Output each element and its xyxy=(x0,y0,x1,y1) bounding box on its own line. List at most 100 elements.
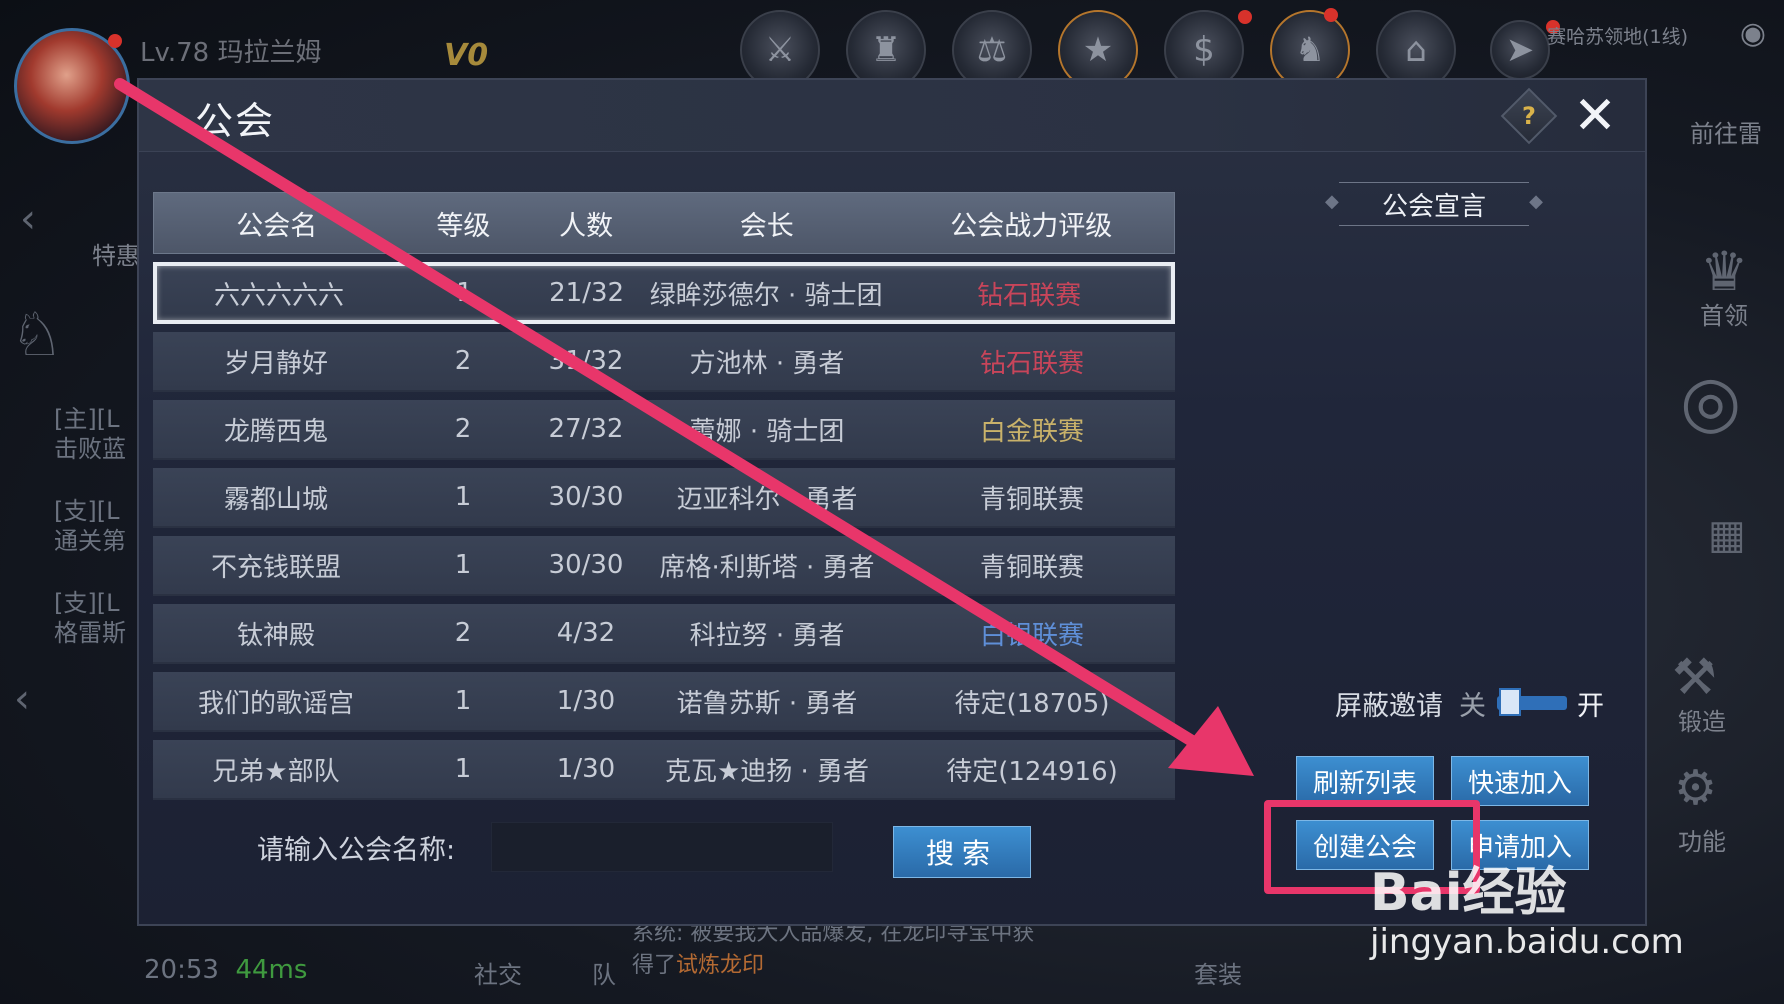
dialog-header: 公会 ? ✕ xyxy=(139,80,1645,152)
help-button[interactable]: ? xyxy=(1500,87,1558,145)
block-invite-label: 屏蔽邀请 xyxy=(1335,691,1443,722)
mount-icon[interactable]: ♘ xyxy=(10,300,64,370)
guild-rating-cell: 青铜联赛 xyxy=(979,484,1084,515)
guild-leader-cell: 诺鲁苏斯 · 勇者 xyxy=(676,688,858,719)
table-row[interactable]: 岁月静好 2 31/32 方池林 · 勇者 钻石联赛 xyxy=(153,332,1175,392)
outfit-button[interactable]: 套装 xyxy=(1194,955,1242,990)
guild-members-cell: 31/32 xyxy=(548,346,624,376)
vip-badge[interactable]: V0 xyxy=(444,38,488,73)
guild-table: 公会名 等级 人数 会长 公会战力评级 六六六六六 1 21/32 绿眸莎德尔 · 骑… xyxy=(153,192,1175,800)
col-header-name[interactable]: 公会名 xyxy=(154,204,400,243)
chat-line: [支][L 通关第 xyxy=(54,497,126,555)
guild-rating-cell: 待定(124916) xyxy=(946,756,1118,787)
guild-rating-cell: 钻石联赛 xyxy=(977,280,1082,311)
table-row[interactable]: 兄弟★部队 1 1/30 克瓦★迪扬 · 勇者 待定(124916) xyxy=(153,740,1175,800)
table-row[interactable]: 龙腾西鬼 2 27/32 蕾娜 · 骑士团 白金联赛 xyxy=(153,400,1175,460)
navigate-icon[interactable]: ➤ xyxy=(1490,20,1550,80)
grid-menu-icon[interactable]: ▦ xyxy=(1708,512,1746,558)
notification-dot xyxy=(108,34,122,48)
special-offer-label[interactable]: 特惠 xyxy=(92,236,140,271)
eye-icon[interactable]: ◉ xyxy=(1740,16,1766,51)
question-icon: ? xyxy=(1522,102,1536,130)
col-header-members[interactable]: 人数 xyxy=(527,204,645,243)
player-level-name: Lv.78 玛拉兰姆 xyxy=(140,38,322,68)
guild-name-cell: 我们的歌谣宫 xyxy=(197,688,354,719)
table-row[interactable]: 钛神殿 2 4/32 科拉努 · 勇者 白银联赛 xyxy=(153,604,1175,664)
table-body: 六六六六六 1 21/32 绿眸莎德尔 · 骑士团 钻石联赛 岁月静好 2 31/32 方池林 … xyxy=(153,262,1175,800)
refresh-list-button[interactable]: 刷新列表 xyxy=(1296,756,1434,806)
search-label: 请输入公会名称: xyxy=(257,835,456,866)
guild-level-cell: 1 xyxy=(454,550,472,580)
team-button[interactable]: 队 xyxy=(592,955,616,990)
guild-dialog: 公会 ? ✕ 公会名 等级 人数 会长 公会战力评级 六六六六六 1 21/32 绿眸… xyxy=(137,78,1647,926)
gear-icon[interactable]: ⚙ xyxy=(1674,760,1717,816)
toggle-off-label: 关 xyxy=(1459,691,1486,722)
search-button[interactable]: 搜索 xyxy=(893,826,1031,878)
guild-members-cell: 27/32 xyxy=(548,414,624,444)
status-bar: 20:53 44ms xyxy=(144,955,308,985)
guild-members-cell: 1/30 xyxy=(556,686,616,716)
chat-line: [支][L 格雷斯 xyxy=(54,589,126,647)
guild-leader-cell: 席格·利斯塔 · 勇者 xyxy=(659,552,875,583)
close-icon[interactable]: ✕ xyxy=(1569,90,1621,142)
guild-level-cell: 1 xyxy=(454,754,472,784)
anvil-icon[interactable]: ⚒ xyxy=(1672,648,1717,706)
social-button[interactable]: 社交 xyxy=(474,955,522,990)
guild-members-cell: 21/32 xyxy=(549,278,625,308)
toggle-on-label: 开 xyxy=(1577,691,1604,722)
guild-search-input[interactable] xyxy=(491,822,833,872)
guild-leader-cell: 迈亚科尔 · 勇者 xyxy=(676,484,858,515)
system-message: 系统: 被要我大人品爆发, 在龙印寻宝中获 得了试炼龙印 xyxy=(632,921,1035,978)
guild-declaration-title: 公会宣言 xyxy=(1325,182,1543,226)
guild-members-cell: 30/30 xyxy=(548,550,624,580)
ping-indicator: 44ms xyxy=(235,955,308,985)
guild-rating-cell: 白银联赛 xyxy=(979,620,1084,651)
guild-leader-cell: 克瓦★迪扬 · 勇者 xyxy=(664,756,870,787)
col-header-rating[interactable]: 公会战力评级 xyxy=(889,204,1174,243)
guild-leader-cell: 蕾娜 · 骑士团 xyxy=(689,416,845,447)
col-header-leader[interactable]: 会长 xyxy=(645,204,889,243)
guild-name-cell: 兄弟★部队 xyxy=(212,756,340,787)
guild-level-cell: 1 xyxy=(454,686,472,716)
guild-rating-cell: 白金联赛 xyxy=(979,416,1084,447)
guild-leader-cell: 科拉努 · 勇者 xyxy=(689,620,845,651)
guild-level-cell: 2 xyxy=(454,414,472,444)
guild-rating-cell: 待定(18705) xyxy=(954,688,1110,719)
notification-dot xyxy=(1238,10,1252,24)
side-right-label[interactable]: 前往雷 xyxy=(1690,114,1762,149)
guild-members-cell: 1/30 xyxy=(556,754,616,784)
guild-rating-cell: 钻石联赛 xyxy=(979,348,1084,379)
guild-level-cell: 1 xyxy=(456,278,473,308)
guild-members-cell: 4/32 xyxy=(556,618,616,648)
side-right-label[interactable]: 锻造 xyxy=(1678,702,1726,737)
watermark-url: jingyan.baidu.com xyxy=(1370,922,1684,962)
collapse-chat-icon[interactable]: ‹ xyxy=(14,676,30,722)
skill-orb-icon[interactable]: ◎ xyxy=(1680,360,1741,442)
guild-rating-cell: 青铜联赛 xyxy=(979,552,1084,583)
collapse-left-icon[interactable]: ‹ xyxy=(20,196,36,242)
guild-level-cell: 2 xyxy=(454,346,472,376)
table-row[interactable]: 霧都山城 1 30/30 迈亚科尔 · 勇者 青铜联赛 xyxy=(153,468,1175,528)
guild-name-cell: 霧都山城 xyxy=(223,484,328,515)
guild-members-cell: 30/30 xyxy=(548,482,624,512)
col-header-level[interactable]: 等级 xyxy=(400,204,528,243)
guild-leader-cell: 方池林 · 勇者 xyxy=(689,348,845,379)
guild-name-cell: 六六六六六 xyxy=(214,280,345,311)
guild-level-cell: 2 xyxy=(454,618,472,648)
guild-name-cell: 不充钱联盟 xyxy=(210,552,341,583)
baidu-watermark: Bai经验 xyxy=(1370,863,1567,923)
boss-icon[interactable]: ♛ xyxy=(1700,240,1748,303)
guild-name-cell: 龙腾西鬼 xyxy=(223,416,328,447)
side-right-label[interactable]: 首领 xyxy=(1700,296,1748,331)
notification-dot xyxy=(1324,8,1338,22)
quick-join-button[interactable]: 快速加入 xyxy=(1451,756,1589,806)
side-right-label[interactable]: 功能 xyxy=(1678,822,1726,857)
table-row[interactable]: 不充钱联盟 1 30/30 席格·利斯塔 · 勇者 青铜联赛 xyxy=(153,536,1175,596)
table-row[interactable]: 六六六六六 1 21/32 绿眸莎德尔 · 骑士团 钻石联赛 xyxy=(153,262,1175,324)
guild-leader-cell: 绿眸莎德尔 · 骑士团 xyxy=(649,280,883,311)
map-name: 赛哈苏领地(1线) xyxy=(1547,26,1688,48)
table-header: 公会名 等级 人数 会长 公会战力评级 xyxy=(153,192,1175,254)
toggle-knob[interactable] xyxy=(1499,688,1521,716)
guild-name-cell: 岁月静好 xyxy=(223,348,328,379)
table-row[interactable]: 我们的歌谣宫 1 1/30 诺鲁苏斯 · 勇者 待定(18705) xyxy=(153,672,1175,732)
